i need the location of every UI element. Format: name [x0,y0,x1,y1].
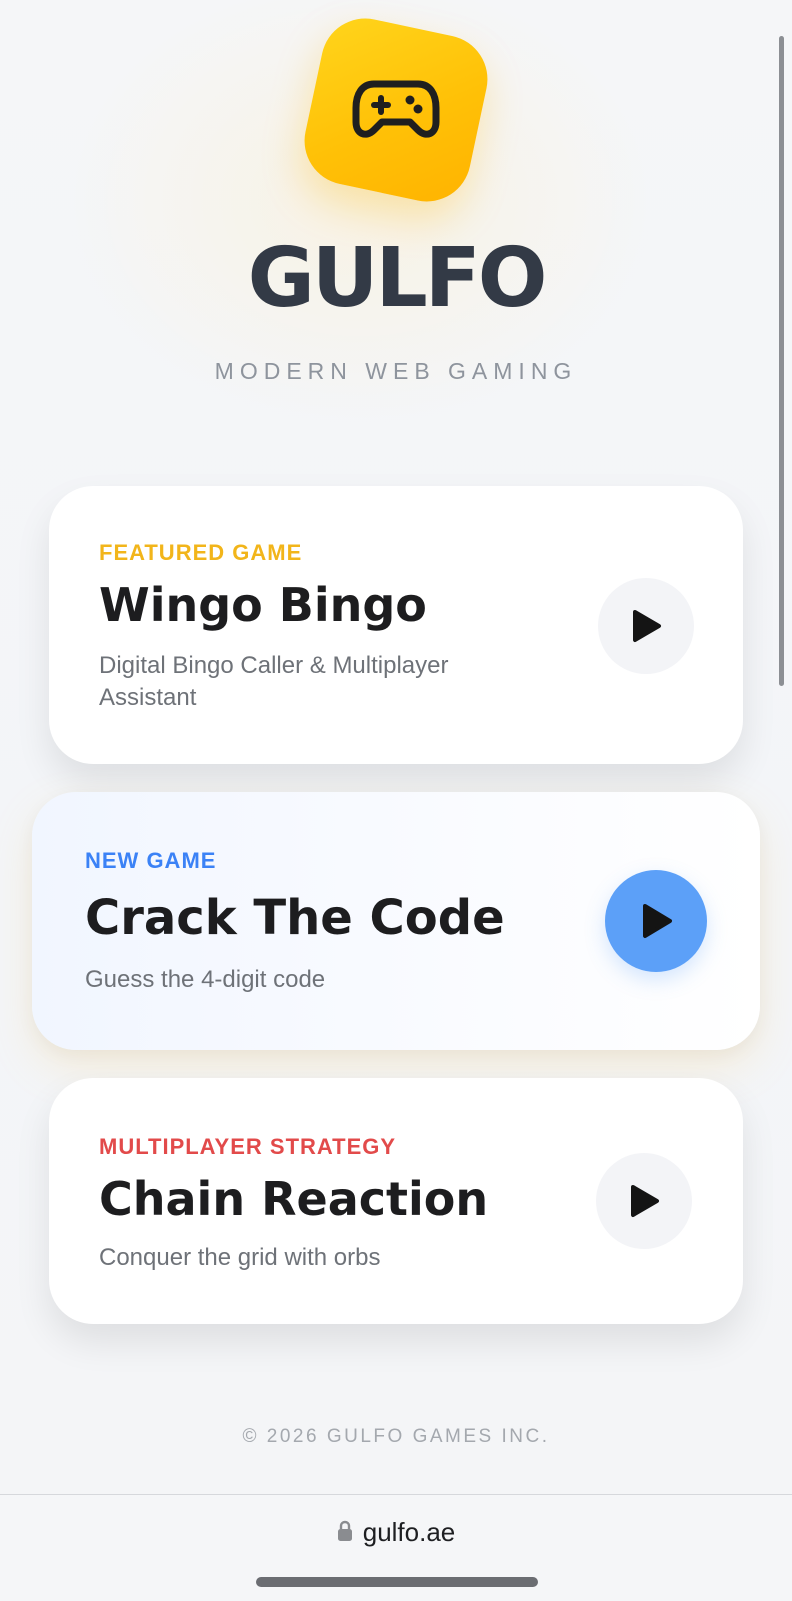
game-tag: MULTIPLAYER STRATEGY [99,1134,397,1159]
lock-icon [337,1520,352,1542]
play-icon [631,1185,659,1217]
footer-copyright: © 2026 GULFO GAMES INC. [242,1426,550,1447]
play-button-wingo-bingo[interactable] [598,578,694,674]
game-card-wingo-bingo[interactable]: FEATURED GAME Wingo Bingo Digital Bingo … [49,486,743,764]
game-title: Crack The Code [85,890,505,946]
game-description: Guess the 4-digit code [85,966,326,993]
play-button-crack-the-code[interactable] [605,870,707,972]
play-button-chain-reaction[interactable] [596,1153,692,1249]
brand-title: GULFO [247,231,548,326]
game-card-chain-reaction[interactable]: MULTIPLAYER STRATEGY Chain Reaction Conq… [49,1078,743,1324]
play-icon [633,610,661,642]
url-text: gulfo.ae [362,1517,456,1547]
play-icon [643,904,672,938]
game-card-crack-the-code[interactable]: NEW GAME Crack The Code Guess the 4-digi… [32,792,760,1050]
home-page: GULFO MODERN WEB GAMING FEATURED GAME Wi… [0,0,792,1494]
game-title: Chain Reaction [99,1172,489,1226]
game-description: Digital Bingo Caller & Multiplayer Assis… [99,652,449,711]
home-indicator[interactable] [256,1577,538,1587]
gamepad-icon [352,80,440,138]
game-tag: FEATURED GAME [99,540,303,565]
brand-subtitle: MODERN WEB GAMING [214,358,578,384]
game-tag: NEW GAME [85,848,217,873]
game-description: Conquer the grid with orbs [99,1244,381,1271]
url-display[interactable]: gulfo.ae [0,1517,792,1548]
browser-address-bar[interactable]: gulfo.ae [0,1494,792,1601]
game-title: Wingo Bingo [99,578,427,632]
